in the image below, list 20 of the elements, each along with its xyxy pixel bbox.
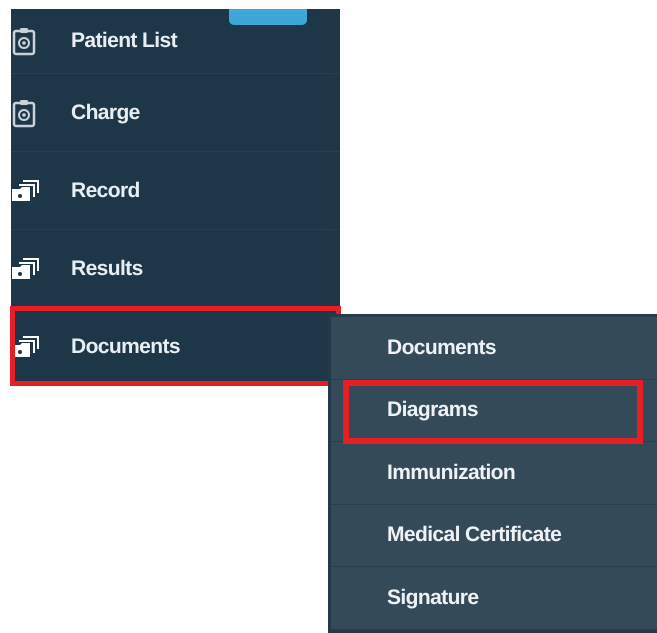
sidebar-item[interactable]: Charge	[11, 73, 340, 151]
sidebar-item[interactable]: Patient List	[11, 9, 340, 73]
sidebar-item-label: Patient List	[71, 29, 177, 53]
sidebar-item[interactable]: Documents	[11, 307, 340, 385]
submenu-item[interactable]: Medical Certificate	[331, 504, 657, 567]
sidebar-item-label: Results	[71, 256, 143, 280]
sidebar-item[interactable]: Record	[11, 151, 340, 229]
submenu-item[interactable]: Immunization	[331, 442, 657, 504]
folders-icon	[11, 256, 41, 282]
submenu-item[interactable]: Diagrams	[331, 380, 657, 442]
header-tab[interactable]	[229, 9, 307, 25]
sidebar-item-label: Charge	[71, 100, 140, 124]
submenu-item[interactable]: Signature	[331, 567, 657, 630]
sidebar-item-label: Documents	[71, 334, 180, 358]
sidebar-item[interactable]: Results	[11, 229, 340, 307]
submenu-item[interactable]: Documents	[331, 317, 657, 380]
clipboard-icon	[11, 98, 37, 128]
sidebar-item-label: Record	[71, 178, 140, 202]
clipboard-icon	[11, 26, 37, 56]
folders-icon	[11, 178, 41, 204]
